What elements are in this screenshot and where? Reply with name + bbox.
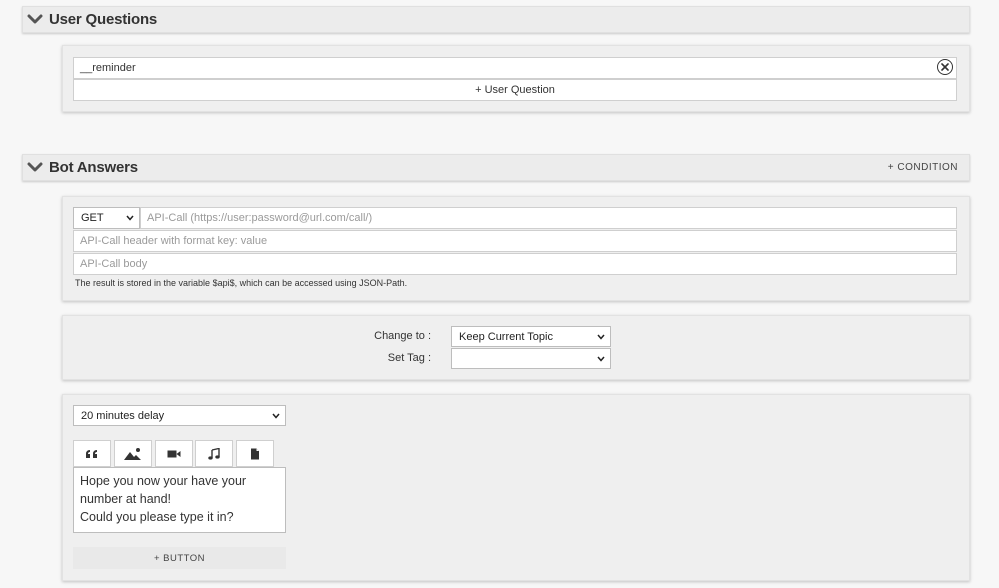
api-call-card: GET API-Call (https://user:password@url.…	[62, 196, 970, 301]
image-icon	[124, 447, 141, 460]
set-tag-label: Set Tag :	[387, 352, 431, 364]
set-tag-select[interactable]	[451, 348, 611, 369]
file-icon	[251, 448, 259, 459]
user-question-input[interactable]: __reminder	[73, 57, 957, 79]
add-user-question-label: + User Question	[475, 84, 555, 96]
message-textarea[interactable]: Hope you now your have your number at ha…	[73, 467, 286, 533]
change-to-select[interactable]: Keep Current Topic	[451, 326, 611, 347]
text-tab[interactable]	[73, 440, 111, 467]
http-method-value: GET	[81, 212, 104, 224]
message-card: 20 minutes delay Hope you now your have …	[62, 394, 970, 581]
api-body-input[interactable]: API-Call body	[73, 253, 957, 275]
user-questions-header[interactable]: User Questions	[22, 6, 970, 33]
chevron-down-icon	[126, 215, 134, 221]
delay-select[interactable]: 20 minutes delay	[73, 405, 286, 426]
api-url-input[interactable]: API-Call (https://user:password@url.com/…	[140, 207, 957, 229]
api-header-input[interactable]: API-Call header with format key: value	[73, 230, 957, 252]
api-body-placeholder: API-Call body	[80, 258, 148, 270]
audio-tab[interactable]	[195, 440, 233, 467]
api-url-placeholder: API-Call (https://user:password@url.com/…	[147, 212, 373, 224]
change-to-label: Change to :	[374, 330, 431, 342]
section-title: User Questions	[49, 11, 158, 28]
topic-card: Change to : Keep Current Topic Set Tag :	[62, 315, 970, 380]
message-line: number at hand!	[80, 492, 172, 506]
chevron-down-icon	[597, 356, 605, 362]
image-tab[interactable]	[114, 440, 152, 467]
user-question-value: __reminder	[80, 62, 136, 74]
add-user-question-button[interactable]: + User Question	[73, 79, 957, 101]
delay-value: 20 minutes delay	[81, 409, 165, 422]
chevron-down-icon	[597, 334, 605, 340]
file-tab[interactable]	[236, 440, 274, 467]
add-condition-button[interactable]: + CONDITION	[888, 162, 958, 173]
video-icon	[167, 450, 181, 457]
user-questions-card: __reminder + User Question	[62, 45, 970, 112]
chevron-down-icon[interactable]	[26, 161, 44, 175]
add-button-button[interactable]: + BUTTON	[73, 547, 286, 569]
add-button-label: + BUTTON	[153, 552, 206, 564]
chevron-down-icon[interactable]	[26, 13, 44, 27]
message-line: Hope you now your have your	[80, 474, 247, 488]
quote-icon	[86, 449, 97, 458]
bot-answers-header[interactable]: Bot Answers + CONDITION	[22, 154, 970, 181]
music-icon	[208, 447, 220, 460]
message-line: Could you please type it in?	[80, 510, 234, 524]
video-tab[interactable]	[155, 440, 193, 467]
change-to-value: Keep Current Topic	[459, 330, 553, 343]
close-icon[interactable]	[937, 59, 953, 75]
http-method-select[interactable]: GET	[73, 207, 140, 229]
chevron-down-icon	[272, 413, 280, 419]
section-title: Bot Answers	[49, 159, 138, 176]
api-result-note: The result is stored in the variable $ap…	[75, 278, 408, 288]
api-header-placeholder: API-Call header with format key: value	[80, 235, 268, 247]
